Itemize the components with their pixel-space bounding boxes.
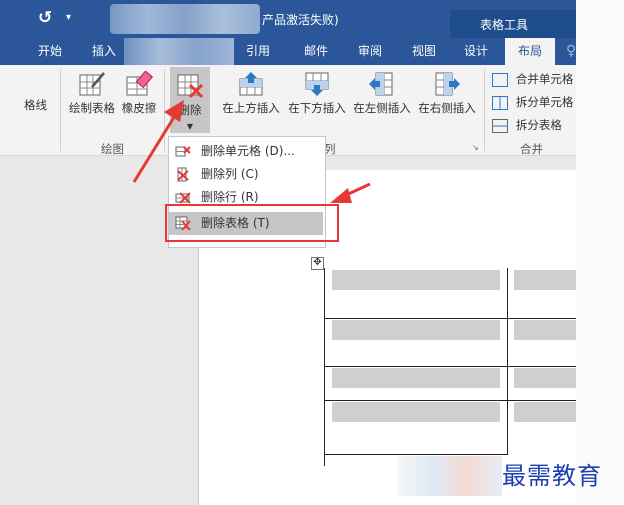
annotation-arrows <box>132 100 371 203</box>
arrow-to-delete-button <box>132 100 184 183</box>
watermark-blur <box>398 456 502 496</box>
watermark-text: 最需教育 <box>502 462 602 490</box>
arrow-to-delete-table <box>330 182 371 203</box>
